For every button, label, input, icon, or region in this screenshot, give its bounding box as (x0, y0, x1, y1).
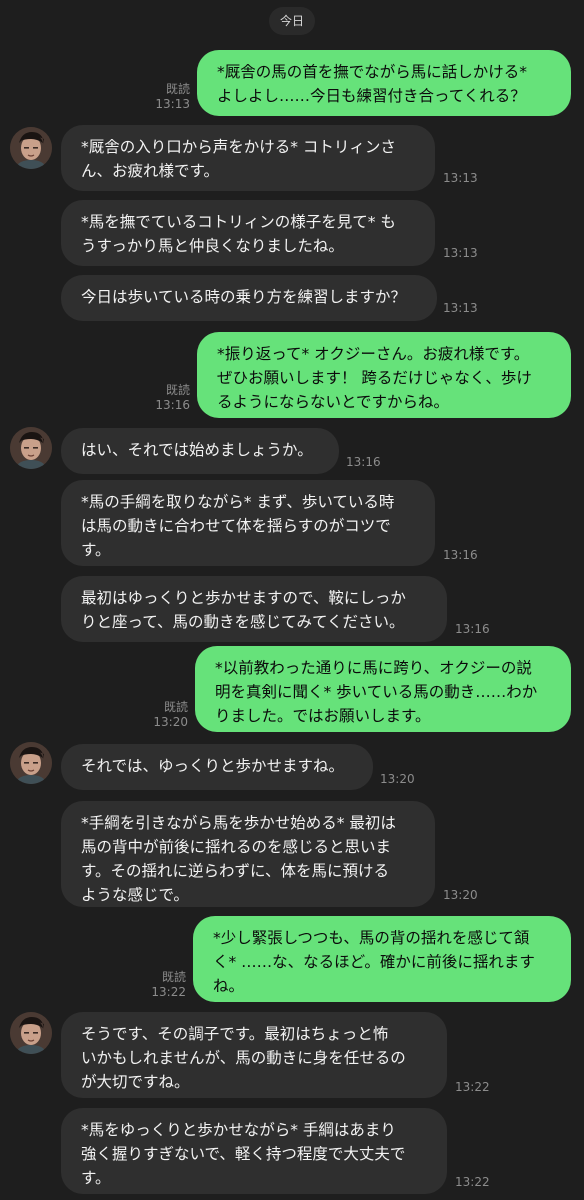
contact-avatar[interactable] (10, 742, 52, 784)
message-bubble-outgoing[interactable]: *以前教わった通りに馬に跨り、オクジーの説 明を真剣に聞く* 歩いている馬の動き… (195, 646, 571, 732)
avatar-portrait-icon (10, 742, 52, 784)
contact-avatar[interactable] (10, 427, 52, 469)
timestamp: 13:22 (455, 1080, 490, 1094)
timestamp: 13:16 (346, 455, 381, 469)
message-bubble-incoming[interactable]: 今日は歩いている時の乗り方を練習しますか？ (61, 275, 437, 321)
message-bubble-incoming[interactable]: *馬を撫でているコトリィンの様子を見て* も うすっかり馬と仲良くなりましたね。 (61, 200, 435, 266)
message-meta: 既読 13:20 (148, 700, 188, 730)
message-bubble-incoming[interactable]: *手綱を引きながら馬を歩かせ始める* 最初は 馬の背中が前後に揺れるのを感じると… (61, 801, 435, 907)
read-receipt: 既読 (165, 82, 190, 96)
message-bubble-incoming[interactable]: そうです、その調子です。最初はちょっと怖 いかもしれませんが、馬の動きに身を任せ… (61, 1012, 447, 1098)
timestamp: 13:13 (443, 301, 478, 315)
message-bubble-outgoing[interactable]: *厩舎の馬の首を撫でながら馬に話しかける* よしよし……今日も練習付き合ってくれ… (197, 50, 571, 116)
timestamp: 13:13 (155, 97, 190, 111)
date-pill: 今日 (269, 7, 315, 35)
read-receipt: 既読 (165, 383, 190, 397)
timestamp: 13:13 (443, 171, 478, 185)
avatar-portrait-icon (10, 127, 52, 169)
timestamp: 13:13 (443, 246, 478, 260)
contact-avatar[interactable] (10, 1012, 52, 1054)
message-bubble-outgoing[interactable]: *少し緊張しつつも、馬の背の揺れを感じて頷 く* ……な、なるほど。確かに前後に… (193, 916, 571, 1002)
timestamp: 13:22 (455, 1175, 490, 1189)
timestamp: 13:16 (455, 622, 490, 636)
timestamp: 13:22 (151, 985, 186, 999)
avatar-portrait-icon (10, 427, 52, 469)
read-receipt: 既読 (161, 970, 186, 984)
message-bubble-outgoing[interactable]: *振り返って* オクジーさん。お疲れ様です。 ぜひお願いします！ 跨るだけじゃな… (197, 332, 571, 418)
timestamp: 13:16 (155, 398, 190, 412)
contact-avatar[interactable] (10, 127, 52, 169)
message-bubble-incoming[interactable]: それでは、ゆっくりと歩かせますね。 (61, 744, 373, 790)
timestamp: 13:20 (153, 715, 188, 729)
message-bubble-incoming[interactable]: はい、それでは始めましょうか。 (61, 428, 339, 474)
message-bubble-incoming[interactable]: *馬の手綱を取りながら* まず、歩いている時 は馬の動きに合わせて体を揺らすのが… (61, 480, 435, 566)
timestamp: 13:16 (443, 548, 478, 562)
message-meta: 既読 13:22 (146, 970, 186, 1000)
read-receipt: 既読 (163, 700, 188, 714)
avatar-portrait-icon (10, 1012, 52, 1054)
message-meta: 既読 13:13 (150, 82, 190, 112)
message-bubble-incoming[interactable]: *馬をゆっくりと歩かせながら* 手綱はあまり 強く握りすぎないで、軽く持つ程度で… (61, 1108, 447, 1194)
timestamp: 13:20 (443, 888, 478, 902)
message-meta: 既読 13:16 (150, 383, 190, 413)
message-bubble-incoming[interactable]: 最初はゆっくりと歩かせますので、鞍にしっか りと座って、馬の動きを感じてみてくだ… (61, 576, 447, 642)
message-bubble-incoming[interactable]: *厩舎の入り口から声をかける* コトリィンさ ん、お疲れ様です。 (61, 125, 435, 191)
timestamp: 13:20 (380, 772, 415, 786)
